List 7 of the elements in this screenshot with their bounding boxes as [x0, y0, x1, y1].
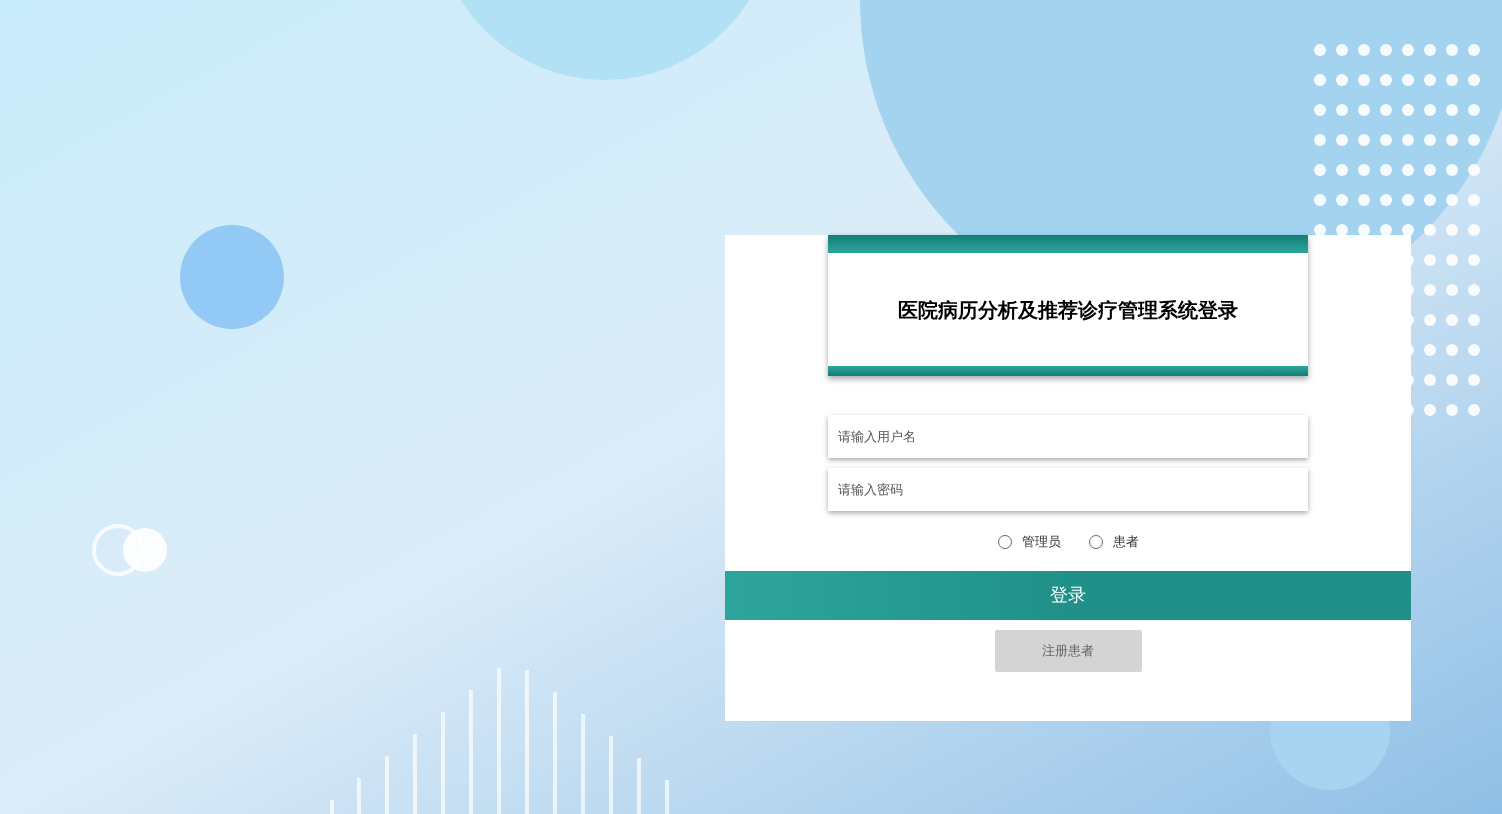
login-title: 医院病历分析及推荐诊疗管理系统登录	[898, 297, 1238, 323]
role-radio[interactable]: 患者	[1088, 532, 1139, 552]
input-field[interactable]: 请输入密码	[828, 468, 1308, 511]
input-field[interactable]: 请输入用户名	[828, 415, 1308, 458]
login-button[interactable]: 登录	[725, 571, 1411, 620]
register-button[interactable]: 注册患者	[994, 630, 1142, 672]
role-radio[interactable]: 管理员	[997, 532, 1061, 552]
